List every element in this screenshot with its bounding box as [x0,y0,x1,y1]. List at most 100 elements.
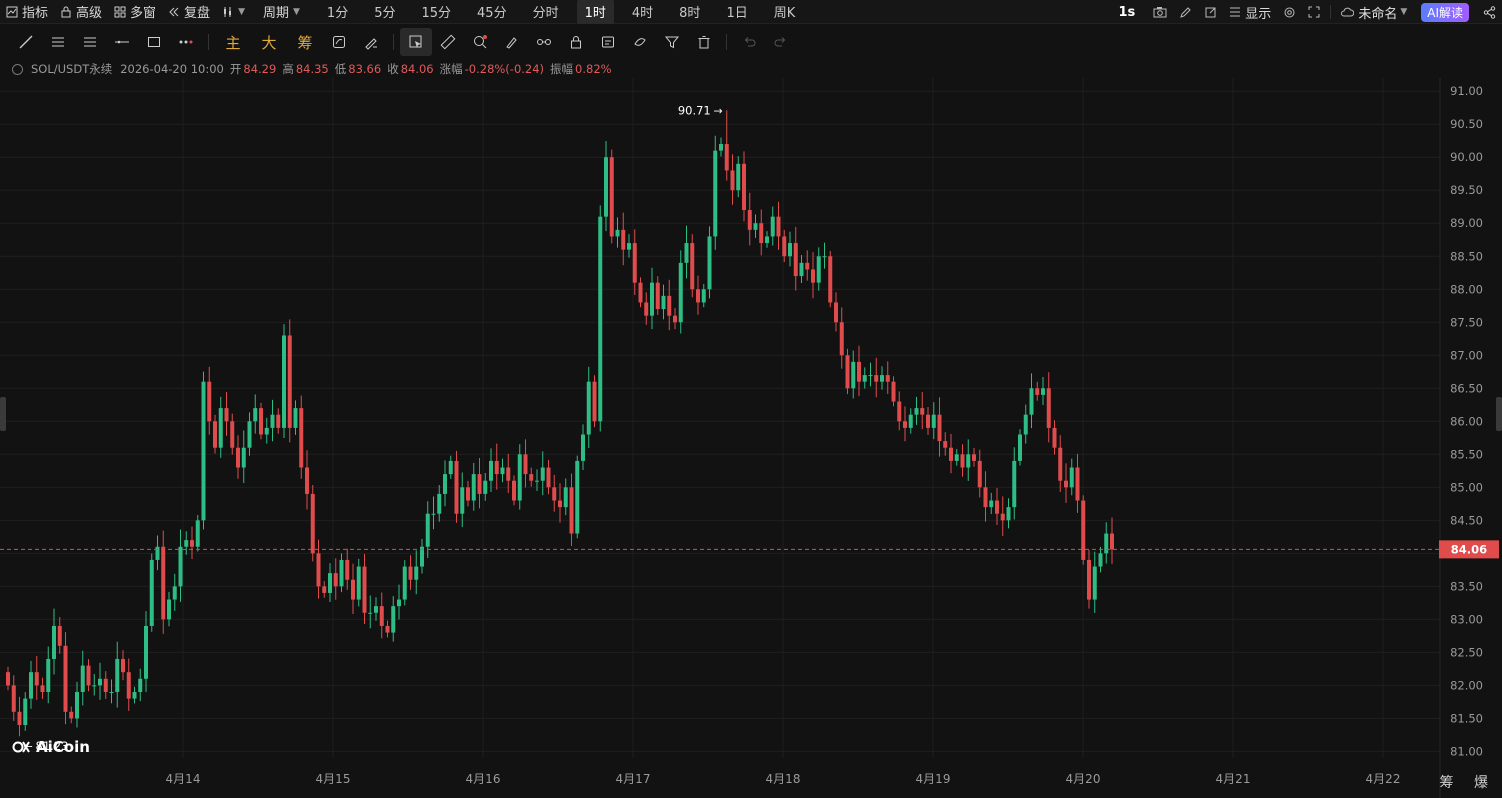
candle-body[interactable] [558,500,562,508]
candle-body[interactable] [569,487,574,534]
candle-body[interactable] [236,447,240,468]
candle-body[interactable] [615,229,620,237]
candle-body[interactable] [270,414,275,428]
candle-body[interactable] [287,335,292,428]
candle-body[interactable] [259,408,263,435]
candle-body[interactable] [86,665,91,686]
candle-body[interactable] [621,229,626,250]
candle-body[interactable] [834,302,838,323]
lock-drawings-icon[interactable] [560,28,592,56]
candle-body[interactable] [1110,533,1114,550]
candle-body[interactable] [437,493,442,514]
candle-body[interactable] [609,157,614,237]
candle-body[interactable] [874,375,879,382]
candle-body[interactable] [414,566,419,580]
candle-body[interactable] [667,295,672,316]
ruler-icon[interactable] [432,28,464,56]
candle-body[interactable] [770,216,775,237]
candle-body[interactable] [822,256,827,258]
workspace-dropdown[interactable]: 未命名 ▼ [1335,0,1413,24]
candle-body[interactable] [1029,388,1034,415]
candle-body[interactable] [592,381,597,422]
more-tools-icon[interactable] [170,28,202,56]
candle-body[interactable] [903,421,907,428]
period-tab[interactable]: 4时 [619,0,666,24]
horizontal-ray-icon[interactable] [106,28,138,56]
candle-body[interactable] [224,408,229,422]
display-menu[interactable]: 显示 [1223,0,1277,24]
indicators-button[interactable]: 指标 [0,0,54,24]
candle-body[interactable] [661,295,666,310]
candle-body[interactable] [264,427,269,435]
candle-body[interactable] [799,262,804,277]
candle-body[interactable] [983,487,988,508]
candle-body[interactable] [920,408,925,415]
candle-body[interactable] [707,236,712,290]
candle-body[interactable] [690,243,695,290]
candle-body[interactable] [943,441,948,448]
period-tab[interactable]: 1分 [314,0,361,24]
chips-toggle[interactable]: 筹 [287,28,323,56]
candle-body[interactable] [931,414,936,428]
candle-body[interactable] [1012,460,1017,508]
candle-body[interactable] [1064,480,1068,488]
candle-body[interactable] [701,289,706,303]
advanced-button[interactable]: 高级 [54,0,108,24]
hide-drawings-icon[interactable] [624,28,656,56]
candle-body[interactable] [914,408,919,415]
candle-body[interactable] [201,381,206,521]
candle-body[interactable] [972,454,976,461]
candle-body[interactable] [1081,500,1086,560]
candle-body[interactable] [736,163,741,191]
candle-body[interactable] [868,375,873,377]
right-panel-toggle[interactable] [1496,397,1502,431]
candle-body[interactable] [638,282,643,303]
candle-body[interactable] [862,375,867,382]
candle-body[interactable] [586,381,591,435]
candle-body[interactable] [506,467,511,481]
candle-body[interactable] [322,586,327,593]
candle-body[interactable] [1052,427,1057,448]
candle-body[interactable] [776,216,781,237]
period-tab[interactable]: 分时 [520,0,572,24]
redo-icon[interactable] [765,28,797,56]
candle-body[interactable] [46,658,51,692]
candle-body[interactable] [1000,513,1005,521]
candle-body[interactable] [811,269,815,283]
candle-body[interactable] [937,414,942,442]
candle-body[interactable] [316,553,321,587]
candle-body[interactable] [788,243,792,257]
candle-body[interactable] [954,454,959,461]
candle-body[interactable] [908,414,913,428]
chips-liquidation-labels[interactable]: 筹 爆 [1440,772,1496,792]
candle-body[interactable] [494,460,499,475]
candle-body[interactable] [138,678,143,692]
candle-body[interactable] [730,170,735,191]
candle-body[interactable] [598,216,603,422]
candle-body[interactable] [328,573,332,593]
candle-body[interactable] [397,599,401,607]
period-tab[interactable]: 1日 [713,0,760,24]
candle-body[interactable] [63,645,68,712]
candle-body[interactable] [408,566,413,580]
candle-body[interactable] [276,414,281,428]
candle-body[interactable] [753,223,758,230]
candle-body[interactable] [356,566,361,600]
left-panel-toggle[interactable] [0,397,6,431]
candle-body[interactable] [552,487,557,501]
candle-body[interactable] [540,467,545,481]
candle-body[interactable] [149,559,154,626]
candle-body[interactable] [523,454,528,475]
candle-body[interactable] [489,460,493,481]
candle-body[interactable] [103,678,108,692]
candle-body[interactable] [1035,388,1040,395]
candle-body[interactable] [713,150,718,237]
period-tab[interactable]: 45分 [464,0,520,24]
candle-body[interactable] [604,157,608,217]
candle-body[interactable] [207,381,212,422]
candle-body[interactable] [333,573,338,587]
candle-body[interactable] [897,401,902,422]
candle-body[interactable] [1006,507,1011,521]
candle-body[interactable] [644,302,649,316]
rectangle-icon[interactable] [138,28,170,56]
